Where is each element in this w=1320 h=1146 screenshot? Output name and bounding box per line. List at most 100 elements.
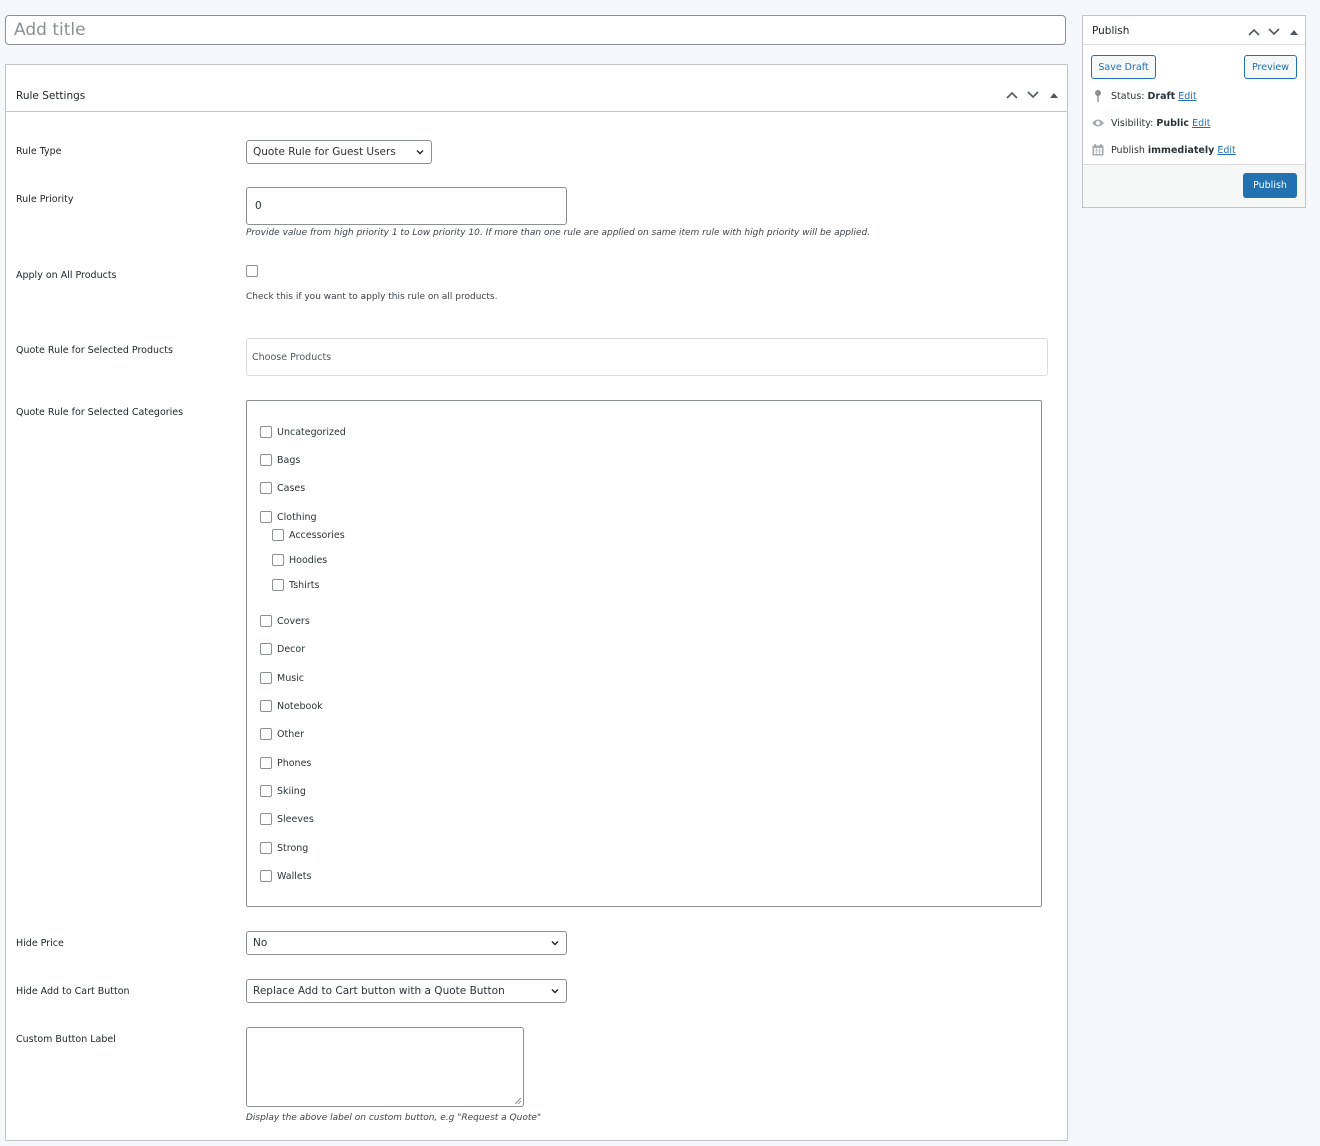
hide-cart-select[interactable]: Replace Add to Cart button with a Quote … bbox=[246, 979, 567, 1003]
category-item-sleeves[interactable]: Sleeves bbox=[260, 813, 314, 825]
category-checkbox[interactable] bbox=[260, 615, 272, 627]
category-item-uncategorized[interactable]: Uncategorized bbox=[260, 426, 346, 438]
save-draft-button[interactable]: Save Draft bbox=[1091, 55, 1156, 79]
rule-priority-input[interactable]: 0 bbox=[246, 187, 567, 225]
category-item-covers[interactable]: Covers bbox=[260, 615, 310, 627]
choose-products-placeholder: Choose Products bbox=[252, 351, 332, 363]
category-label: Covers bbox=[277, 615, 310, 627]
publish-label: Publish bbox=[1111, 144, 1145, 156]
category-item-phones[interactable]: Phones bbox=[260, 757, 311, 769]
category-checkbox[interactable] bbox=[260, 757, 272, 769]
category-checkbox[interactable] bbox=[260, 454, 272, 466]
category-item-clothing[interactable]: Clothing bbox=[260, 511, 317, 523]
publish-button[interactable]: Publish bbox=[1243, 173, 1297, 198]
hide-cart-label: Hide Add to Cart Button bbox=[16, 986, 130, 997]
category-label: Decor bbox=[277, 643, 306, 655]
category-checkbox[interactable] bbox=[260, 842, 272, 854]
category-checkbox[interactable] bbox=[272, 579, 284, 591]
selected-products-label: Quote Rule for Selected Products bbox=[16, 345, 173, 356]
custom-label-textarea[interactable] bbox=[246, 1027, 524, 1107]
rule-settings-metabox: Rule Settings Rule Type Quote Rule for G… bbox=[5, 64, 1068, 1141]
visibility-value: Public bbox=[1156, 117, 1190, 129]
visibility-row: Visibility: Public Edit bbox=[1091, 116, 1210, 130]
publish-header: Publish bbox=[1083, 16, 1305, 45]
rule-priority-value: 0 bbox=[255, 200, 262, 212]
category-label: Bags bbox=[277, 454, 301, 466]
category-label: Clothing bbox=[277, 511, 317, 523]
category-list: Uncategorized Bags Cases Clothing Access… bbox=[246, 400, 1042, 907]
category-item-decor[interactable]: Decor bbox=[260, 643, 305, 655]
visibility-edit-link[interactable]: Edit bbox=[1192, 118, 1210, 129]
triangle-up-icon[interactable] bbox=[1286, 24, 1301, 39]
category-label: Music bbox=[277, 672, 305, 684]
category-checkbox[interactable] bbox=[260, 511, 272, 523]
category-label: Uncategorized bbox=[277, 426, 346, 438]
rule-priority-description: Provide value from high priority 1 to Lo… bbox=[246, 228, 871, 238]
category-item-music[interactable]: Music bbox=[260, 672, 304, 684]
calendar-icon bbox=[1091, 143, 1105, 157]
category-checkbox[interactable] bbox=[260, 728, 272, 740]
chevron-down-icon bbox=[551, 941, 559, 946]
chevron-down-icon[interactable] bbox=[1266, 24, 1281, 39]
category-label: Strong bbox=[277, 842, 309, 854]
status-row: Status: Draft Edit bbox=[1091, 89, 1197, 103]
rule-type-label: Rule Type bbox=[16, 146, 62, 157]
category-checkbox[interactable] bbox=[260, 785, 272, 797]
category-checkbox[interactable] bbox=[272, 529, 284, 541]
category-label: Sleeves bbox=[277, 813, 314, 825]
choose-products-input[interactable]: Choose Products bbox=[246, 338, 1048, 376]
category-checkbox[interactable] bbox=[260, 672, 272, 684]
publish-title: Publish bbox=[1092, 25, 1130, 37]
status-value: Draft bbox=[1147, 90, 1176, 102]
category-item-tshirts[interactable]: Tshirts bbox=[272, 579, 319, 591]
resize-grip-icon[interactable] bbox=[513, 1096, 522, 1105]
chevron-down-icon bbox=[551, 989, 559, 994]
selected-categories-label: Quote Rule for Selected Categories bbox=[16, 407, 184, 418]
hide-price-label: Hide Price bbox=[16, 938, 64, 949]
triangle-up-icon[interactable] bbox=[1046, 87, 1061, 102]
chevron-down-icon[interactable] bbox=[1025, 87, 1040, 102]
category-label: Notebook bbox=[277, 700, 323, 712]
metabox-header: Rule Settings bbox=[6, 65, 1067, 112]
preview-button[interactable]: Preview bbox=[1244, 55, 1297, 79]
publish-date-edit-link[interactable]: Edit bbox=[1217, 145, 1235, 156]
category-checkbox[interactable] bbox=[260, 870, 272, 882]
publish-metabox: Publish Save Draft Preview Status: Draft… bbox=[1082, 15, 1306, 208]
chevron-up-icon[interactable] bbox=[1246, 24, 1261, 39]
custom-label-description: Display the above label on custom button… bbox=[246, 1113, 542, 1123]
category-checkbox[interactable] bbox=[260, 482, 272, 494]
rule-type-value: Quote Rule for Guest Users bbox=[253, 146, 396, 158]
rule-type-select[interactable]: Quote Rule for Guest Users bbox=[246, 140, 432, 164]
category-checkbox[interactable] bbox=[260, 643, 272, 655]
category-item-skiing[interactable]: Skiing bbox=[260, 785, 306, 797]
category-item-bags[interactable]: Bags bbox=[260, 454, 300, 466]
chevron-up-icon[interactable] bbox=[1004, 87, 1019, 102]
category-checkbox[interactable] bbox=[260, 426, 272, 438]
category-item-accessories[interactable]: Accessories bbox=[272, 529, 345, 541]
category-item-hoodies[interactable]: Hoodies bbox=[272, 554, 327, 566]
title-input[interactable] bbox=[5, 15, 1066, 45]
publish-date-row: Publish immediately Edit bbox=[1091, 143, 1236, 157]
category-label: Accessories bbox=[289, 529, 345, 541]
category-item-strong[interactable]: Strong bbox=[260, 842, 308, 854]
category-label: Other bbox=[277, 728, 304, 740]
category-checkbox[interactable] bbox=[260, 813, 272, 825]
category-checkbox[interactable] bbox=[260, 700, 272, 712]
category-item-other[interactable]: Other bbox=[260, 728, 304, 740]
publish-footer: Publish bbox=[1083, 164, 1305, 207]
category-label: Wallets bbox=[277, 870, 312, 882]
category-item-cases[interactable]: Cases bbox=[260, 482, 305, 494]
pin-icon bbox=[1091, 89, 1105, 103]
category-item-wallets[interactable]: Wallets bbox=[260, 870, 311, 882]
rule-priority-label: Rule Priority bbox=[16, 194, 74, 205]
status-label: Status: bbox=[1111, 90, 1145, 102]
hide-price-value: No bbox=[253, 937, 268, 949]
category-item-notebook[interactable]: Notebook bbox=[260, 700, 323, 712]
apply-all-description: Check this if you want to apply this rul… bbox=[246, 292, 498, 302]
status-edit-link[interactable]: Edit bbox=[1178, 91, 1196, 102]
apply-all-label: Apply on All Products bbox=[16, 270, 117, 281]
apply-all-checkbox[interactable] bbox=[246, 265, 258, 277]
category-checkbox[interactable] bbox=[272, 554, 284, 566]
publish-time-value: immediately bbox=[1147, 144, 1215, 156]
hide-price-select[interactable]: No bbox=[246, 931, 567, 955]
